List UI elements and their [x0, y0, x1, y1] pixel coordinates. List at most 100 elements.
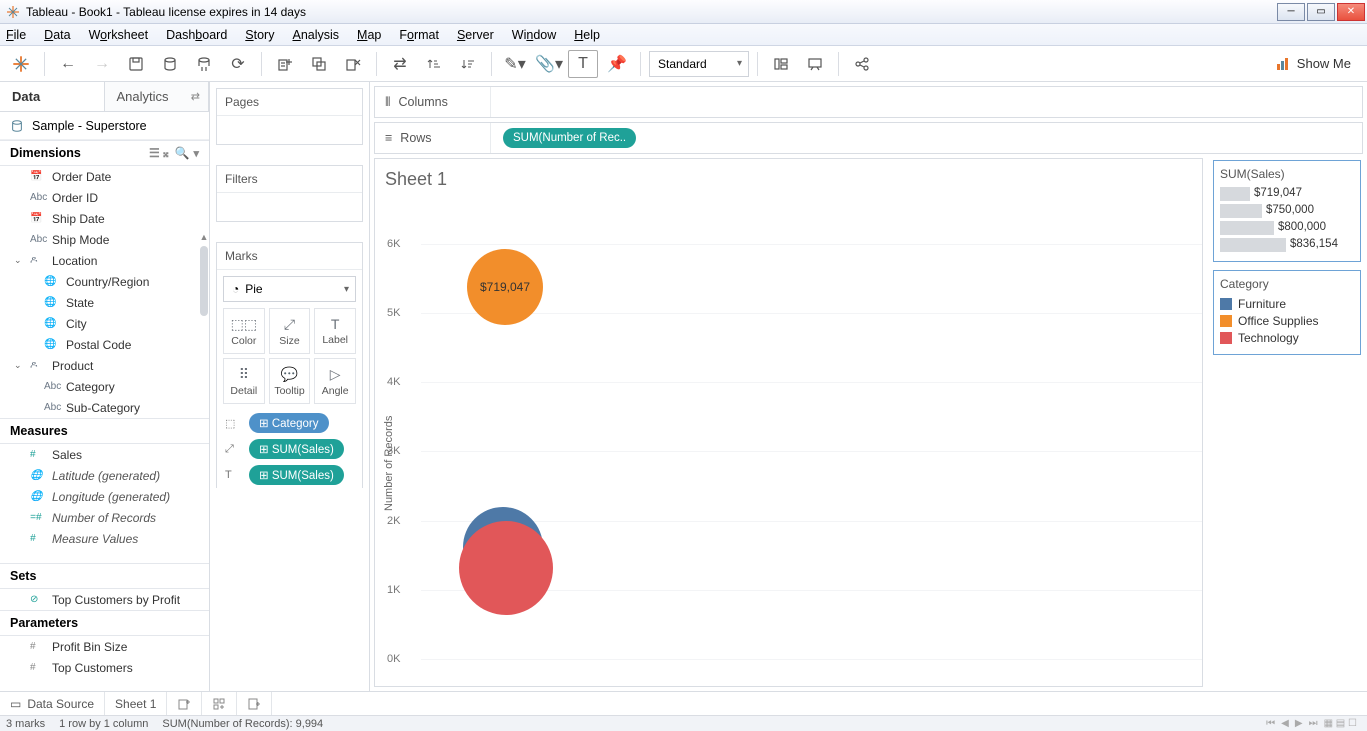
menu-file[interactable]: File [6, 28, 26, 42]
minimize-button[interactable]: ─ [1277, 3, 1305, 21]
rows-pill[interactable]: SUM(Number of Rec.. [503, 128, 636, 148]
filters-card[interactable]: Filters [216, 165, 363, 222]
menu-data[interactable]: Data [44, 28, 70, 42]
show-me-button[interactable]: Show Me [1275, 56, 1361, 72]
marks-size-button[interactable]: ⤢Size [269, 308, 311, 354]
tab-data-source[interactable]: ▭Data Source [0, 692, 105, 715]
sheet-tabs: ▭Data Source Sheet 1 [0, 691, 1367, 715]
menu-dashboard[interactable]: Dashboard [166, 28, 227, 42]
fit-select[interactable]: Standard [649, 51, 749, 77]
size-icon: ⤢ [225, 443, 243, 456]
field-country-region[interactable]: 🌐Country/Region [14, 271, 209, 292]
clear-button[interactable] [338, 50, 368, 78]
field-longitude-generated-[interactable]: 🌐Longitude (generated) [0, 486, 209, 507]
menu-worksheet[interactable]: Worksheet [89, 28, 149, 42]
category-legend[interactable]: Category FurnitureOffice SuppliesTechnol… [1213, 270, 1361, 355]
param-item[interactable]: #Top Customers [0, 657, 209, 678]
menu-story[interactable]: Story [245, 28, 274, 42]
forward-button[interactable]: → [87, 50, 117, 78]
duplicate-button[interactable] [304, 50, 334, 78]
marks-angle-button[interactable]: ▷Angle [314, 358, 356, 404]
menu-server[interactable]: Server [457, 28, 494, 42]
nav-next-icon[interactable]: ▶ [1295, 718, 1303, 729]
view-toggle-icon[interactable]: ☰ 𝄪 [149, 146, 169, 161]
menu-analysis[interactable]: Analysis [292, 28, 339, 42]
y-tick: 5K [387, 307, 400, 319]
pages-card[interactable]: Pages [216, 88, 363, 145]
close-button[interactable]: ✕ [1337, 3, 1365, 21]
pin-button[interactable]: 📌 [602, 50, 632, 78]
marks-tooltip-button[interactable]: 💬Tooltip [269, 358, 311, 404]
tab-sheet1[interactable]: Sheet 1 [105, 692, 167, 715]
back-button[interactable]: ← [53, 50, 83, 78]
field-order-date[interactable]: 📅Order Date [0, 166, 209, 187]
marks-detail-button[interactable]: ⠿Detail [223, 358, 265, 404]
group-button[interactable]: 📎▾ [534, 50, 564, 78]
folder-location[interactable]: ⌄ዶLocation [0, 250, 209, 271]
rows-shelf[interactable]: ≡Rows SUM(Number of Rec.. [374, 122, 1363, 154]
refresh-button[interactable]: ⟳ [223, 50, 253, 78]
field-state[interactable]: 🌐State [14, 292, 209, 313]
new-sheet-button[interactable] [167, 692, 202, 715]
view-grid-icon[interactable]: ▦ ▤ ☐ [1324, 718, 1357, 729]
data-pane-scrollbar[interactable]: ▲ [199, 232, 209, 691]
tab-data[interactable]: Data [0, 82, 105, 111]
menu-map[interactable]: Map [357, 28, 381, 42]
menu-format[interactable]: Format [399, 28, 439, 42]
search-icon[interactable]: 🔍 [175, 146, 190, 160]
marks-color-button[interactable]: ⬚⬚Color [223, 308, 265, 354]
mark-pill[interactable]: ⊞ SUM(Sales) [249, 465, 344, 485]
nav-first-icon[interactable]: ⏮ [1266, 718, 1275, 729]
toolbar: ← → ⟳ ⇄ ✎▾ 📎▾ T 📌 Standard Show Me [0, 46, 1367, 82]
new-dashboard-button[interactable] [202, 692, 237, 715]
mark-pill[interactable]: ⊞ SUM(Sales) [249, 439, 344, 459]
maximize-button[interactable]: ▭ [1307, 3, 1335, 21]
field-city[interactable]: 🌐City [14, 313, 209, 334]
pause-updates-button[interactable] [189, 50, 219, 78]
new-story-button[interactable] [237, 692, 272, 715]
field-sales[interactable]: #Sales [0, 444, 209, 465]
legend-item[interactable]: Technology [1220, 331, 1354, 345]
mark-type-select[interactable]: ◔Pie [223, 276, 356, 302]
param-item[interactable]: #Profit Bin Size [0, 636, 209, 657]
presentation-button[interactable] [800, 50, 830, 78]
field-order-id[interactable]: AbcOrder ID [0, 187, 209, 208]
new-worksheet-button[interactable] [270, 50, 300, 78]
menu-help[interactable]: Help [574, 28, 600, 42]
new-datasource-button[interactable] [155, 50, 185, 78]
cards-button[interactable] [766, 50, 796, 78]
sort-desc-button[interactable] [453, 50, 483, 78]
field-ship-mode[interactable]: AbcShip Mode [0, 229, 209, 250]
highlight-button[interactable]: ✎▾ [500, 50, 530, 78]
labels-button[interactable]: T [568, 50, 598, 78]
folder-product[interactable]: ⌄ዶProduct [0, 355, 209, 376]
field-postal-code[interactable]: 🌐Postal Code [14, 334, 209, 355]
marks-label-button[interactable]: TLabel [314, 308, 356, 354]
y-tick: 6K [387, 238, 400, 250]
menu-window[interactable]: Window [512, 28, 556, 42]
columns-shelf[interactable]: ⦀Columns [374, 86, 1363, 118]
field-latitude-generated-[interactable]: 🌐Latitude (generated) [0, 465, 209, 486]
field-category[interactable]: AbcCategory [14, 376, 209, 397]
datasource-row[interactable]: Sample - Superstore [0, 112, 209, 140]
tab-analytics[interactable]: Analytics⇄ [105, 82, 210, 111]
field-number-of-records[interactable]: =#Number of Records [0, 507, 209, 528]
share-button[interactable] [847, 50, 877, 78]
viz-canvas[interactable]: Sheet 1 Number of Records 0K1K2K3K4K5K6K… [374, 158, 1203, 687]
save-button[interactable] [121, 50, 151, 78]
legend-item[interactable]: Furniture [1220, 297, 1354, 311]
legend-item[interactable]: Office Supplies [1220, 314, 1354, 328]
sort-asc-button[interactable] [419, 50, 449, 78]
field-measure-values[interactable]: #Measure Values [0, 528, 209, 549]
set-item[interactable]: ⊘Top Customers by Profit [0, 589, 209, 610]
nav-prev-icon[interactable]: ◀ [1281, 718, 1289, 729]
size-legend[interactable]: SUM(Sales) $719,047$750,000$800,000$836,… [1213, 160, 1361, 262]
swap-button[interactable]: ⇄ [385, 50, 415, 78]
field-sub-category[interactable]: AbcSub-Category [14, 397, 209, 418]
field-ship-date[interactable]: 📅Ship Date [0, 208, 209, 229]
tableau-home-icon[interactable] [6, 50, 36, 78]
mark-technology[interactable] [459, 521, 553, 615]
mark-pill[interactable]: ⊞ Category [249, 413, 329, 433]
nav-last-icon[interactable]: ⏭ [1309, 718, 1318, 729]
sheet-title[interactable]: Sheet 1 [385, 169, 447, 190]
